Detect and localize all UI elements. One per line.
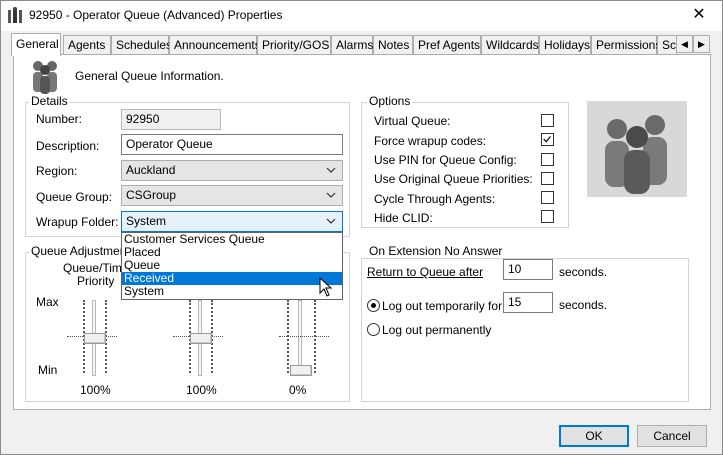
- cancel-button[interactable]: Cancel: [637, 425, 707, 447]
- chevron-down-icon: [326, 167, 336, 173]
- virtual-queue-checkbox[interactable]: [541, 114, 554, 127]
- description-label: Description:: [36, 139, 100, 153]
- adjustment-slider-2-percent: 100%: [186, 383, 217, 397]
- mouse-pointer-icon: [319, 277, 333, 297]
- tab-announcements[interactable]: Announcements: [169, 35, 261, 55]
- logout-temporarily-field[interactable]: 15: [503, 292, 553, 313]
- use-pin-checkbox[interactable]: [541, 153, 554, 166]
- queue-time-label: Queue/Time: [63, 261, 129, 275]
- original-priorities-label: Use Original Queue Priorities:: [374, 172, 533, 186]
- priority-label: Priority: [77, 274, 115, 288]
- options-group-label: Options: [367, 94, 413, 108]
- cycle-agents-label: Cycle Through Agents:: [374, 192, 496, 206]
- chevron-down-icon: [326, 192, 336, 198]
- wrapup-folder-select-value: System: [126, 214, 167, 228]
- tab-notes[interactable]: Notes: [373, 35, 413, 55]
- close-icon[interactable]: ✕: [684, 3, 714, 27]
- checkmark-icon: [543, 136, 551, 143]
- tab-schedules[interactable]: Schedules: [111, 35, 172, 55]
- adjustment-slider-3-percent: 0%: [289, 383, 307, 397]
- wrapup-folder-select[interactable]: System: [121, 211, 343, 232]
- region-select-value: Auckland: [126, 163, 176, 177]
- header-text: General Queue Information.: [75, 69, 224, 83]
- return-to-queue-field[interactable]: 10: [503, 259, 553, 280]
- seconds-label: seconds.: [559, 298, 608, 312]
- queue-group-select[interactable]: CSGroup: [121, 185, 343, 206]
- queue-time-slider-thumb[interactable]: [84, 332, 106, 344]
- cycle-agents-checkbox[interactable]: [541, 191, 554, 204]
- midline-marker: [279, 336, 329, 337]
- logout-permanently-label: Log out permanently: [382, 323, 492, 337]
- queue-app-icon: [8, 7, 22, 23]
- tab-strip: General Agents Schedules Announcements P…: [11, 33, 711, 56]
- tab-scroll-right-icon[interactable]: ▶: [693, 35, 710, 53]
- return-to-queue-label: Return to Queue after: [367, 265, 484, 279]
- region-label: Region:: [36, 164, 78, 178]
- window-title: 92950 - Operator Queue (Advanced) Proper…: [29, 8, 283, 22]
- tab-agents[interactable]: Agents: [63, 35, 111, 55]
- description-field[interactable]: Operator Queue: [121, 134, 343, 155]
- min-label: Min: [38, 363, 58, 377]
- tab-pref-agents[interactable]: Pref Agents: [413, 35, 481, 55]
- queue-group-select-value: CSGroup: [126, 188, 177, 202]
- properties-window: 92950 - Operator Queue (Advanced) Proper…: [0, 0, 723, 455]
- no-answer-group-label: On Extension No Answer: [367, 244, 505, 258]
- title-bar[interactable]: 92950 - Operator Queue (Advanced) Proper…: [1, 1, 722, 31]
- region-select[interactable]: Auckland: [121, 160, 343, 181]
- hide-clid-checkbox[interactable]: [541, 210, 554, 223]
- number-field[interactable]: 92950: [121, 109, 221, 130]
- queue-time-percent: 100%: [80, 383, 111, 397]
- adjustment-slider-2-thumb[interactable]: [190, 332, 212, 344]
- logout-temporarily-label: Log out temporarily for: [382, 299, 503, 313]
- queue-group-label: Queue Group:: [36, 190, 113, 204]
- tab-scroll-arrows: ◀ ▶: [676, 35, 710, 53]
- radio-selected-dot: [371, 303, 376, 308]
- tab-permissions[interactable]: Permissions: [591, 35, 661, 55]
- chevron-down-icon: [326, 218, 336, 224]
- number-label: Number:: [36, 112, 83, 126]
- details-group-label: Details: [29, 94, 70, 108]
- hide-clid-label: Hide CLID:: [374, 211, 433, 225]
- dropdown-option[interactable]: System: [122, 285, 342, 298]
- logout-permanently-radio[interactable]: [367, 323, 380, 336]
- force-wrapup-checkbox[interactable]: [541, 133, 554, 146]
- queue-people-icon: [33, 61, 57, 94]
- wrapup-folder-dropdown: Customer Services Queue Placed Queue Rec…: [121, 232, 343, 300]
- original-priorities-checkbox[interactable]: [541, 172, 554, 185]
- tab-wildcards[interactable]: Wildcards: [481, 35, 539, 55]
- ok-button[interactable]: OK: [559, 425, 629, 447]
- logout-temporarily-radio[interactable]: [367, 299, 380, 312]
- tab-alarms[interactable]: Alarms: [331, 35, 373, 55]
- force-wrapup-label: Force wrapup codes:: [374, 134, 487, 148]
- tab-general[interactable]: General: [11, 33, 61, 56]
- tab-scripts-truncated[interactable]: Scr: [657, 35, 677, 55]
- use-pin-label: Use PIN for Queue Config:: [374, 153, 517, 167]
- tab-holidays[interactable]: Holidays: [539, 35, 591, 55]
- virtual-queue-label: Virtual Queue:: [374, 114, 451, 128]
- tab-scroll-left-icon[interactable]: ◀: [676, 35, 693, 53]
- agents-group-icon: [587, 101, 687, 197]
- seconds-label: seconds.: [559, 265, 608, 279]
- tab-priority-gos[interactable]: Priority/GOS: [257, 35, 331, 55]
- wrapup-folder-label: Wrapup Folder:: [36, 215, 119, 229]
- adjustment-slider-3-thumb[interactable]: [290, 365, 312, 376]
- max-label: Max: [36, 295, 59, 309]
